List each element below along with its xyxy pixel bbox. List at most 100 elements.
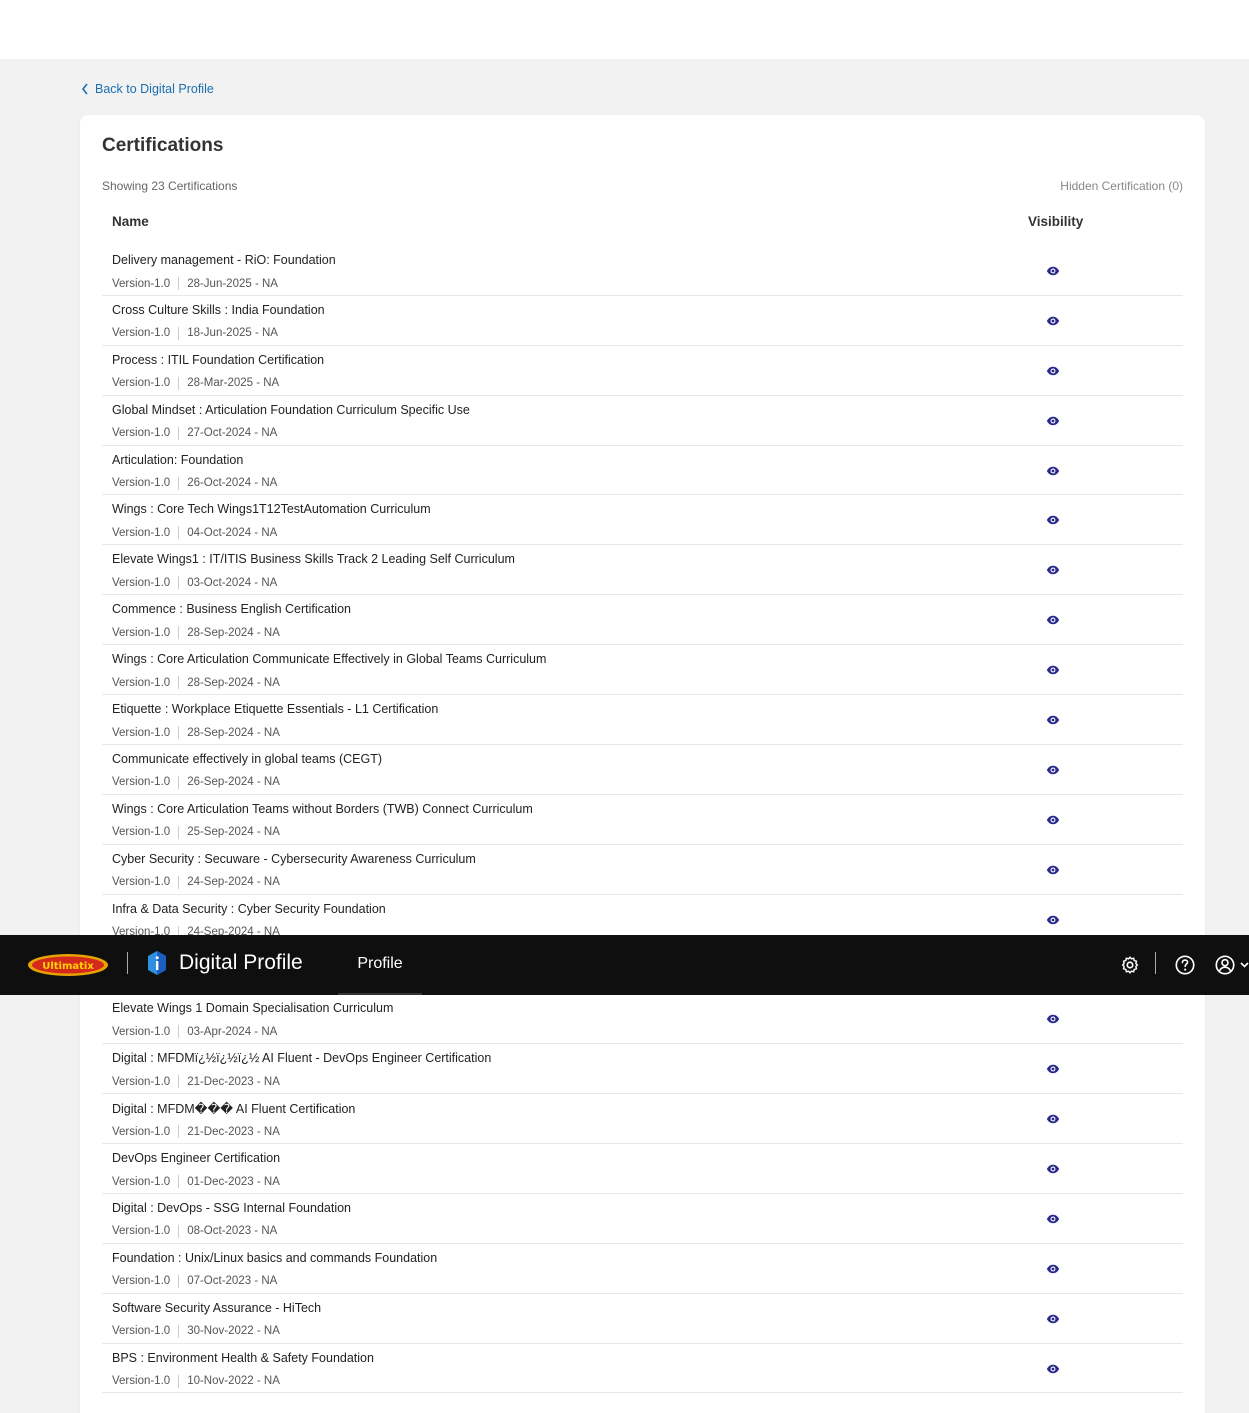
certification-row: Delivery management - RiO: Foundation Ver… [102,246,1183,296]
certification-title: Digital : DevOps - SSG Internal Foundati… [112,1200,352,1215]
certification-meta: Version-1.0 10-Nov-2022 - NA [112,1374,280,1388]
certification-title: Communicate effectively in global teams … [112,751,383,766]
chevron-down-icon[interactable] [1240,961,1249,969]
visibility-eye-icon[interactable] [1046,513,1060,527]
certification-title: Cyber Security : Secuware - Cybersecurit… [112,851,476,866]
certification-title: DevOps Engineer Certification [112,1151,281,1166]
meta-separator [178,1374,180,1388]
visibility-eye-icon[interactable] [1046,414,1060,428]
certification-version: Version-1.0 [112,1175,171,1188]
certification-meta: Version-1.0 04-Oct-2024 - NA [112,526,278,540]
certification-meta: Version-1.0 28-Sep-2024 - NA [112,726,280,740]
certification-date: 18-Jun-2025 - NA [187,327,278,340]
certification-row: Articulation: Foundation Version-1.0 26-Oc… [102,446,1183,496]
certification-date: 28-Jun-2025 - NA [187,277,278,290]
certification-row: Digital : MFDM��� AI Fluent Certificatio… [102,1094,1183,1145]
meta-separator [178,1175,180,1189]
certification-date: 28-Mar-2025 - NA [187,377,280,390]
certification-version: Version-1.0 [112,676,171,689]
certification-date: 27-Oct-2024 - NA [187,427,278,440]
certification-title: Global Mindset : Articulation Foundation… [112,402,470,417]
certification-version: Version-1.0 [112,776,171,789]
certification-row: Wings : Core Articulation Communicate Ef… [102,645,1183,696]
tab-profile[interactable]: Profile [338,935,422,995]
certification-meta: Version-1.0 08-Oct-2023 - NA [112,1224,278,1238]
visibility-eye-icon[interactable] [1046,364,1060,378]
certification-title: Cross Culture Skills : India Foundation [112,302,325,317]
certification-title: Wings : Core Articulation Communicate Ef… [112,652,547,667]
visibility-eye-icon[interactable] [1046,663,1060,677]
certification-version: Version-1.0 [112,1125,171,1138]
certification-version: Version-1.0 [112,526,171,539]
certification-row: Global Mindset : Articulation Foundation… [102,396,1183,446]
certification-date: 03-Oct-2024 - NA [187,576,278,589]
certification-version: Version-1.0 [112,726,171,739]
visibility-eye-icon[interactable] [1046,1262,1060,1276]
certification-meta: Version-1.0 26-Sep-2024 - NA [112,775,280,789]
certification-version: Version-1.0 [112,576,171,589]
certification-date: 24-Sep-2024 - NA [187,876,280,889]
certification-row: Cyber Security : Secuware - Cybersecurit… [102,845,1183,895]
visibility-eye-icon[interactable] [1046,1112,1060,1126]
visibility-eye-icon[interactable] [1046,563,1060,577]
visibility-eye-icon[interactable] [1046,1312,1060,1326]
certification-version: Version-1.0 [112,1275,171,1288]
meta-separator [178,626,180,640]
visibility-eye-icon[interactable] [1046,863,1060,877]
visibility-eye-icon[interactable] [1046,1162,1060,1176]
certification-version: Version-1.0 [112,1025,171,1038]
certification-date: 30-Nov-2022 - NA [187,1325,280,1338]
certification-meta: Version-1.0 26-Oct-2024 - NA [112,476,277,490]
meta-separator [178,476,180,490]
certification-meta: Version-1.0 18-Jun-2025 - NA [112,326,278,340]
chevron-left-icon [81,83,88,95]
visibility-eye-icon[interactable] [1046,1362,1060,1376]
visibility-eye-icon[interactable] [1046,314,1060,328]
meta-separator [178,825,180,839]
visibility-eye-icon[interactable] [1046,763,1060,777]
certification-version: Version-1.0 [112,377,171,390]
certification-version: Version-1.0 [112,826,171,839]
certification-date: 04-Oct-2024 - NA [187,526,278,539]
certification-date: 28-Sep-2024 - NA [187,726,280,739]
back-link-label: Back to Digital Profile [95,82,214,96]
back-to-digital-profile-link[interactable]: Back to Digital Profile [81,82,214,96]
certification-version: Version-1.0 [112,327,171,340]
visibility-eye-icon[interactable] [1046,264,1060,278]
visibility-eye-icon[interactable] [1046,1212,1060,1226]
certification-version: Version-1.0 [112,1225,171,1238]
certification-row: Communicate effectively in global teams … [102,745,1183,795]
certification-date: 07-Oct-2023 - NA [187,1275,278,1288]
certification-title: Elevate Wings 1 Domain Specialisation Cu… [112,1001,394,1016]
visibility-eye-icon[interactable] [1046,1062,1060,1076]
certification-row: Commence : Business English Certificatio… [102,595,1183,646]
certification-version: Version-1.0 [112,277,171,290]
ultimatix-logo[interactable]: Ultimatix [27,952,109,978]
user-account-icon[interactable] [1214,954,1236,976]
certification-meta: Version-1.0 28-Mar-2025 - NA [112,376,280,390]
visibility-eye-icon[interactable] [1046,464,1060,478]
certification-row: Wings : Core Tech Wings1T12TestAutomatio… [102,495,1183,546]
certification-meta: Version-1.0 01-Dec-2023 - NA [112,1175,280,1189]
certification-meta: Version-1.0 03-Oct-2024 - NA [112,576,278,590]
top-header-area [0,0,1249,59]
visibility-eye-icon[interactable] [1046,913,1060,927]
certification-date: 21-Dec-2023 - NA [187,1075,280,1088]
navbar: Ultimatix Digital Profile Profile [0,935,1249,995]
certification-title: Digital : MFDMï¿½ï¿½ï¿½ AI Fluent - DevO… [112,1051,492,1066]
meta-separator [178,1025,180,1039]
page-title: Certifications [102,135,224,156]
visibility-eye-icon[interactable] [1046,813,1060,827]
visibility-eye-icon[interactable] [1046,713,1060,727]
certification-title: Delivery management - RiO: Foundation [112,253,336,267]
certification-date: 08-Oct-2023 - NA [187,1225,278,1238]
visibility-eye-icon[interactable] [1046,1012,1060,1026]
nav-divider-2 [1155,952,1156,974]
hidden-certification-count[interactable]: Hidden Certification (0) [1060,179,1183,193]
meta-separator [178,875,180,889]
certification-title: Wings : Core Tech Wings1T12TestAutomatio… [112,502,431,517]
settings-gear-icon[interactable] [1119,954,1141,976]
help-icon[interactable] [1174,954,1196,976]
visibility-eye-icon[interactable] [1046,613,1060,627]
meta-separator [178,576,180,590]
